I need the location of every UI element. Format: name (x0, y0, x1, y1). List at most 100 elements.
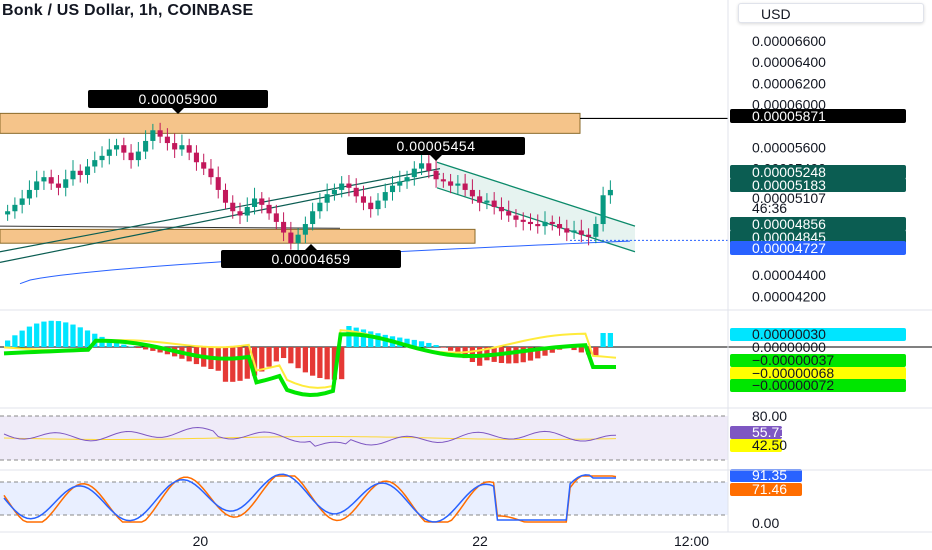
candle[interactable] (353, 178, 359, 203)
macd-bar (578, 347, 584, 353)
candle[interactable] (34, 170, 40, 198)
candle[interactable] (84, 159, 91, 184)
macd-bar (19, 330, 25, 347)
candle[interactable] (310, 202, 316, 231)
candle[interactable] (70, 160, 76, 186)
candle[interactable] (143, 130, 149, 160)
candle[interactable] (77, 164, 83, 183)
supply-zone[interactable] (0, 112, 581, 134)
rsi-tag-label: 42.50 (752, 437, 787, 453)
candle[interactable] (106, 138, 112, 165)
macd-bar (84, 330, 91, 347)
candle[interactable] (5, 204, 11, 221)
macd-bar (418, 341, 425, 347)
macd-tag[interactable]: −0.00000072 (730, 377, 906, 393)
price-tag-label: 0.00005871 (752, 108, 826, 124)
chart-canvas[interactable]: 0.00005900 0.00005454 0.00004659 0.00006600… (0, 0, 932, 550)
stoch-tag[interactable]: 71.46 (730, 481, 802, 497)
macd-bar (77, 327, 83, 347)
low-callout[interactable]: 0.00004659 (221, 244, 401, 268)
candle[interactable] (426, 153, 432, 179)
macd-bar (302, 347, 308, 373)
time-label: 20 (193, 533, 209, 549)
candle[interactable] (12, 197, 18, 219)
macd-bar (317, 347, 323, 378)
candle[interactable] (55, 175, 62, 196)
candle[interactable] (186, 138, 192, 161)
candle[interactable] (26, 180, 32, 205)
macd-bar (600, 333, 606, 347)
price-tick: 0.00004400 (752, 267, 826, 283)
candle[interactable] (389, 176, 396, 201)
macd-bar (128, 346, 134, 347)
high-callout[interactable]: 0.00005900 (88, 90, 268, 114)
demand-zone[interactable] (0, 228, 476, 244)
candle[interactable] (317, 193, 323, 219)
candle[interactable] (92, 151, 98, 173)
candle[interactable] (19, 189, 25, 214)
macd-bar (607, 333, 613, 347)
candle[interactable] (215, 166, 221, 199)
candle[interactable] (208, 159, 214, 185)
macd-bar (12, 335, 18, 347)
candle[interactable] (99, 146, 105, 168)
macd-bar (273, 347, 279, 362)
price-tag[interactable]: 0.00004727 (730, 240, 906, 256)
macd-bar (353, 327, 359, 347)
macd-bar (426, 342, 432, 347)
candle[interactable] (375, 193, 381, 216)
candle[interactable] (222, 183, 229, 210)
macd-bar (447, 347, 454, 351)
rsi-tick: 80.00 (752, 408, 787, 424)
price-tick: 0.00006200 (752, 75, 826, 91)
price-tick: 0.00006400 (752, 54, 826, 70)
currency-button[interactable]: USD (738, 3, 924, 23)
macd-bar (142, 347, 149, 350)
candle[interactable] (273, 204, 279, 230)
macd-bar (346, 325, 352, 347)
rsi-band (0, 416, 728, 460)
price-tick: 0.00005600 (752, 139, 826, 155)
rsi-tag[interactable]: 42.50 (730, 437, 787, 453)
candle[interactable] (41, 170, 47, 190)
macd-bar (324, 347, 330, 380)
macd-bar (34, 323, 40, 347)
price-tag-label: 0.00004727 (752, 240, 826, 256)
macd-bar (288, 347, 294, 364)
candle[interactable] (63, 169, 69, 197)
candle[interactable] (48, 169, 54, 190)
candle[interactable] (244, 197, 250, 222)
price-tag[interactable]: 0.00005871 (730, 108, 906, 124)
stoch-tag-label: 71.46 (752, 481, 787, 497)
candle[interactable] (331, 183, 337, 201)
macd-bar (310, 347, 316, 376)
candle[interactable] (404, 170, 410, 189)
macd-bar (230, 347, 236, 382)
candle[interactable] (607, 180, 613, 204)
candle[interactable] (172, 133, 178, 158)
candle[interactable] (179, 134, 185, 156)
chart-root[interactable]: 0.00005900 0.00005454 0.00004659 0.00006600… (0, 0, 932, 550)
candle[interactable] (201, 153, 207, 176)
candle[interactable] (324, 183, 330, 212)
stoch-tick: 0.00 (752, 515, 779, 531)
candle[interactable] (288, 221, 294, 250)
macd-bar (295, 347, 301, 369)
candle[interactable] (411, 161, 417, 186)
candle[interactable] (114, 138, 120, 156)
candle[interactable] (135, 141, 141, 167)
candle[interactable] (382, 183, 388, 209)
macd-tag-label: −0.00000072 (752, 377, 834, 393)
macd-bar (513, 347, 519, 364)
price-tag[interactable]: 46:36 (752, 200, 787, 216)
macd-bar (259, 347, 265, 372)
candle[interactable] (368, 196, 374, 218)
mid-callout[interactable]: 0.00005454 (347, 137, 525, 161)
time-label: 22 (472, 533, 488, 549)
candle[interactable] (121, 137, 127, 161)
macd-bar (440, 347, 446, 348)
mid-callout-label: 0.00005454 (397, 138, 476, 154)
candle[interactable] (193, 145, 199, 171)
candle[interactable] (128, 144, 134, 169)
macd-bar (135, 347, 141, 349)
